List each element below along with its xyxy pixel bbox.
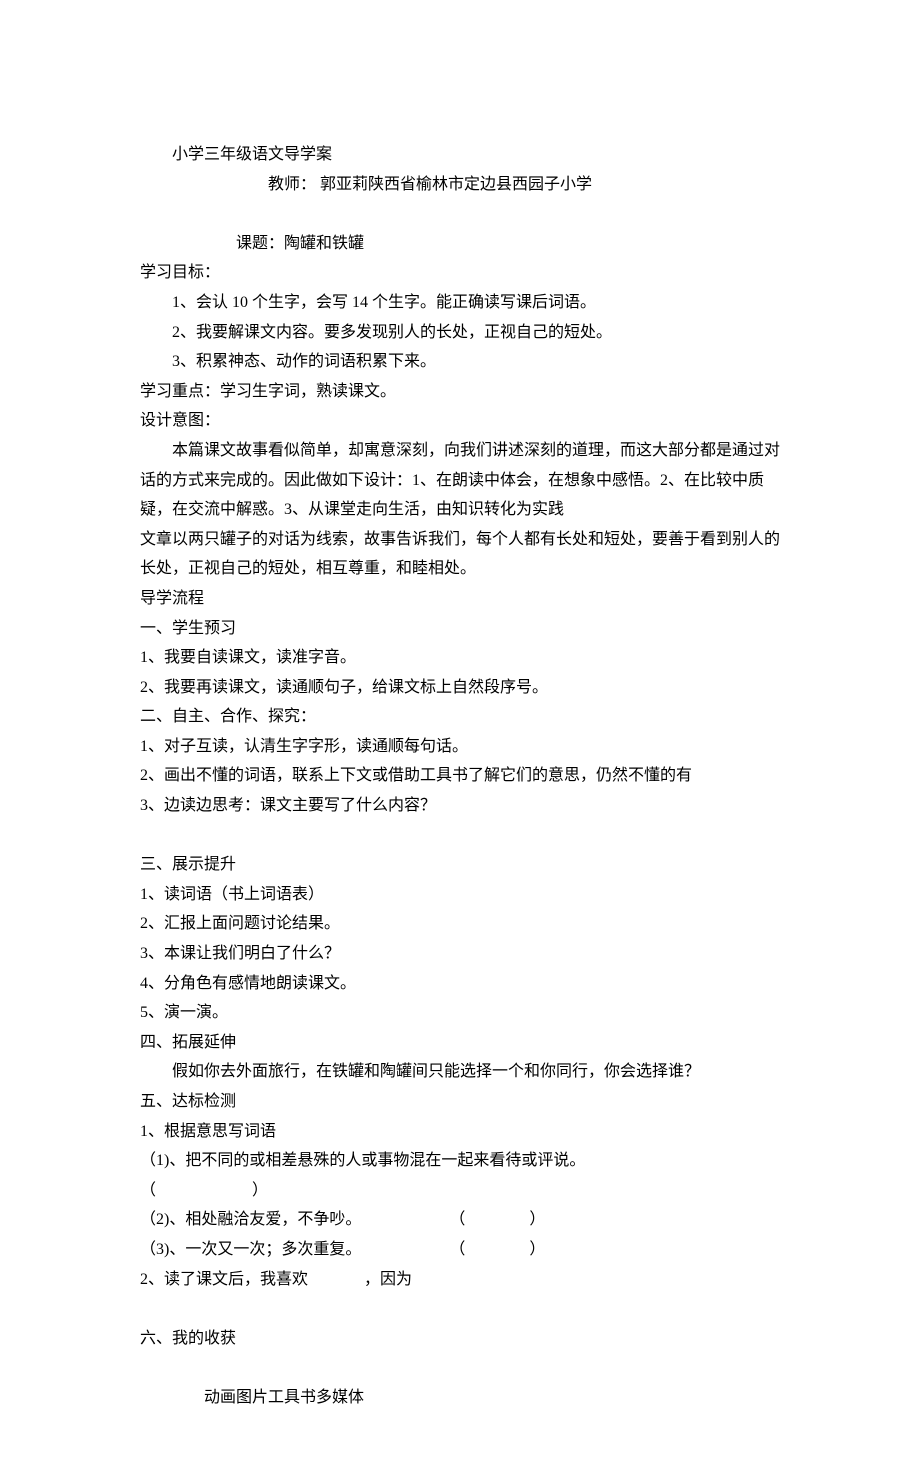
section-2-item-3: 3、边读边思考：课文主要写了什么内容？	[140, 791, 780, 821]
section-3-title: 三、展示提升	[140, 850, 780, 880]
question-2: （2)、相处融洽友爱，不争吵。 （）	[140, 1205, 780, 1235]
question-2-text: （2)、相处融洽友爱，不争吵。	[140, 1211, 361, 1228]
section-6-title: 六、我的收获	[140, 1324, 780, 1354]
section-1-item-2: 2、我要再读课文，读通顺句子，给课文标上自然段序号。	[140, 673, 780, 703]
section-5-item-1: 1、根据意思写词语	[140, 1117, 780, 1147]
goal-item-2: 2、我要解课文内容。要多发现别人的长处，正视自己的短处。	[140, 318, 780, 348]
question-1: （1)、把不同的或相差悬殊的人或事物混在一起来看待或评说。 （）	[140, 1146, 780, 1205]
spacer	[140, 821, 780, 851]
section-3-item-1: 1、读词语（书上词语表）	[140, 880, 780, 910]
focus-line: 学习重点：学习生字词，熟读课文。	[140, 377, 780, 407]
section-4-title: 四、拓展延伸	[140, 1028, 780, 1058]
footer-text: 动画图片工具书多媒体	[140, 1383, 780, 1413]
spacer	[140, 1353, 780, 1383]
process-heading: 导学流程	[140, 584, 780, 614]
section-4-text: 假如你去外面旅行，在铁罐和陶罐间只能选择一个和你同行，你会选择谁？	[140, 1057, 780, 1087]
doc-title: 小学三年级语文导学案	[140, 140, 780, 170]
section-3-item-3: 3、本课让我们明白了什么？	[140, 939, 780, 969]
question-3: （3)、一次又一次；多次重复。 （）	[140, 1235, 780, 1265]
section-2-item-2: 2、画出不懂的词语，联系上下文或借助工具书了解它们的意思，仍然不懂的有	[140, 761, 780, 791]
item-2-part-b: ，因为	[364, 1271, 412, 1288]
question-3-text: （3)、一次又一次；多次重复。	[140, 1241, 361, 1258]
section-3-item-4: 4、分角色有感情地朗读课文。	[140, 969, 780, 999]
answer-blank-3: （）	[449, 1235, 609, 1265]
teacher-line: 教师： 郭亚莉陕西省榆林市定边县西园子小学	[140, 170, 780, 200]
section-2-item-1: 1、对子互读，认清生字字形，读通顺每句话。	[140, 732, 780, 762]
question-1-text: （1)、把不同的或相差悬殊的人或事物混在一起来看待或评说。	[140, 1152, 585, 1169]
section-5-title: 五、达标检测	[140, 1087, 780, 1117]
goal-item-3: 3、积累神态、动作的词语积累下来。	[140, 347, 780, 377]
goals-heading: 学习目标：	[140, 258, 780, 288]
topic-line: 课题：陶罐和铁罐	[140, 229, 780, 259]
section-2-title: 二、自主、合作、探究：	[140, 702, 780, 732]
intent-para-2: 文章以两只罐子的对话为线索，故事告诉我们，每个人都有长处和短处，要善于看到别人的…	[140, 525, 780, 584]
answer-blank-1: （）	[140, 1176, 364, 1206]
item-2-part-a: 2、读了课文后，我喜欢	[140, 1271, 308, 1288]
spacer	[140, 1294, 780, 1324]
answer-blank-2: （）	[449, 1205, 609, 1235]
intent-heading: 设计意图：	[140, 406, 780, 436]
section-1-item-1: 1、我要自读课文，读准字音。	[140, 643, 780, 673]
section-1-title: 一、学生预习	[140, 614, 780, 644]
intent-para-1: 本篇课文故事看似简单，却寓意深刻，向我们讲述深刻的道理，而这大部分都是通过对话的…	[140, 436, 780, 525]
section-3-item-5: 5、演一演。	[140, 998, 780, 1028]
section-3-item-2: 2、汇报上面问题讨论结果。	[140, 909, 780, 939]
goal-item-1: 1、会认 10 个生字，会写 14 个生字。能正确读写课后词语。	[140, 288, 780, 318]
spacer	[140, 199, 780, 229]
section-5-item-2: 2、读了课文后，我喜欢 ，因为	[140, 1265, 780, 1295]
